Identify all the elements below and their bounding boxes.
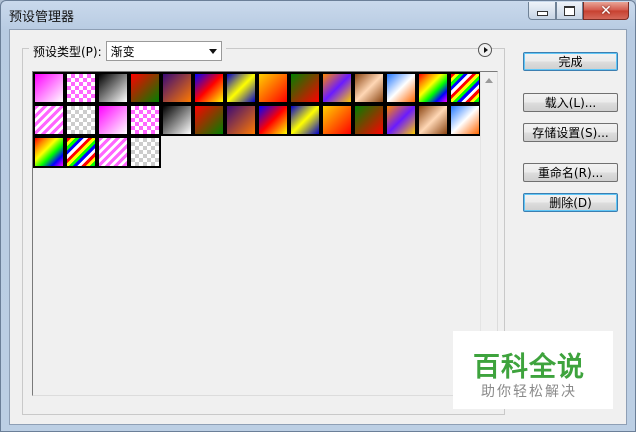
- gradient-swatch[interactable]: [161, 104, 193, 136]
- gradient-swatch[interactable]: [129, 136, 161, 168]
- gradient-swatch[interactable]: [321, 72, 353, 104]
- scroll-up-icon[interactable]: [485, 78, 493, 83]
- gradient-swatch[interactable]: [417, 72, 449, 104]
- gradient-swatch[interactable]: [385, 72, 417, 104]
- watermark-title: 百科全说: [473, 352, 585, 383]
- minimize-icon: [536, 11, 548, 16]
- gradient-swatch[interactable]: [65, 72, 97, 104]
- gradient-swatch[interactable]: [161, 72, 193, 104]
- minimize-button[interactable]: [528, 2, 556, 20]
- preset-type-select[interactable]: 渐变: [105, 41, 222, 61]
- gradient-swatch[interactable]: [449, 104, 481, 136]
- gradient-swatch[interactable]: [65, 104, 97, 136]
- preset-type-row: 预设类型(P): 渐变: [29, 40, 226, 62]
- gradient-swatch[interactable]: [193, 104, 225, 136]
- gradient-swatch[interactable]: [321, 104, 353, 136]
- gradient-swatch[interactable]: [33, 136, 65, 168]
- gradient-swatch[interactable]: [417, 104, 449, 136]
- gradient-swatch[interactable]: [97, 136, 129, 168]
- watermark: 百科全说 助你轻松解决: [453, 331, 613, 409]
- play-arrow-icon: [483, 47, 488, 53]
- window-title: 预设管理器: [9, 10, 75, 25]
- save-set-button[interactable]: 存储设置(S)...: [523, 123, 618, 142]
- load-button[interactable]: 载入(L)...: [523, 93, 618, 112]
- gradient-swatch[interactable]: [97, 72, 129, 104]
- delete-button[interactable]: 删除(D): [523, 193, 618, 212]
- done-button[interactable]: 完成: [523, 52, 618, 71]
- rename-button[interactable]: 重命名(R)...: [523, 163, 618, 182]
- gradient-swatch[interactable]: [353, 104, 385, 136]
- maximize-icon: [564, 5, 575, 16]
- gradient-swatch[interactable]: [289, 72, 321, 104]
- gradient-swatch[interactable]: [33, 72, 65, 104]
- gradient-swatch[interactable]: [257, 104, 289, 136]
- gradient-swatch-list[interactable]: [32, 71, 498, 396]
- preset-type-label: 预设类型(P):: [33, 44, 102, 59]
- close-icon: ✕: [600, 2, 612, 19]
- gradient-swatch[interactable]: [225, 72, 257, 104]
- title-bar[interactable]: 预设管理器 ✕: [1, 1, 635, 29]
- gradient-swatch[interactable]: [449, 72, 481, 104]
- chevron-down-icon: [208, 49, 217, 54]
- gradient-swatch[interactable]: [193, 72, 225, 104]
- gradient-swatch[interactable]: [129, 104, 161, 136]
- gradient-swatch[interactable]: [225, 104, 257, 136]
- gradient-swatch[interactable]: [257, 72, 289, 104]
- close-button[interactable]: ✕: [583, 2, 629, 20]
- gradient-swatch[interactable]: [385, 104, 417, 136]
- gradient-swatch[interactable]: [33, 104, 65, 136]
- gradient-swatch[interactable]: [97, 104, 129, 136]
- panel-menu-button[interactable]: [478, 43, 492, 57]
- gradient-swatch[interactable]: [289, 104, 321, 136]
- preset-type-value: 渐变: [110, 44, 135, 59]
- gradient-swatch[interactable]: [65, 136, 97, 168]
- maximize-button[interactable]: [556, 2, 583, 20]
- gradient-swatch[interactable]: [353, 72, 385, 104]
- preset-manager-window: 预设管理器 ✕ 预设类型(P): 渐变 完成 载入(L)... 存储设置(S).…: [0, 0, 636, 432]
- gradient-swatch[interactable]: [129, 72, 161, 104]
- watermark-subtitle: 助你轻松解决: [481, 384, 577, 400]
